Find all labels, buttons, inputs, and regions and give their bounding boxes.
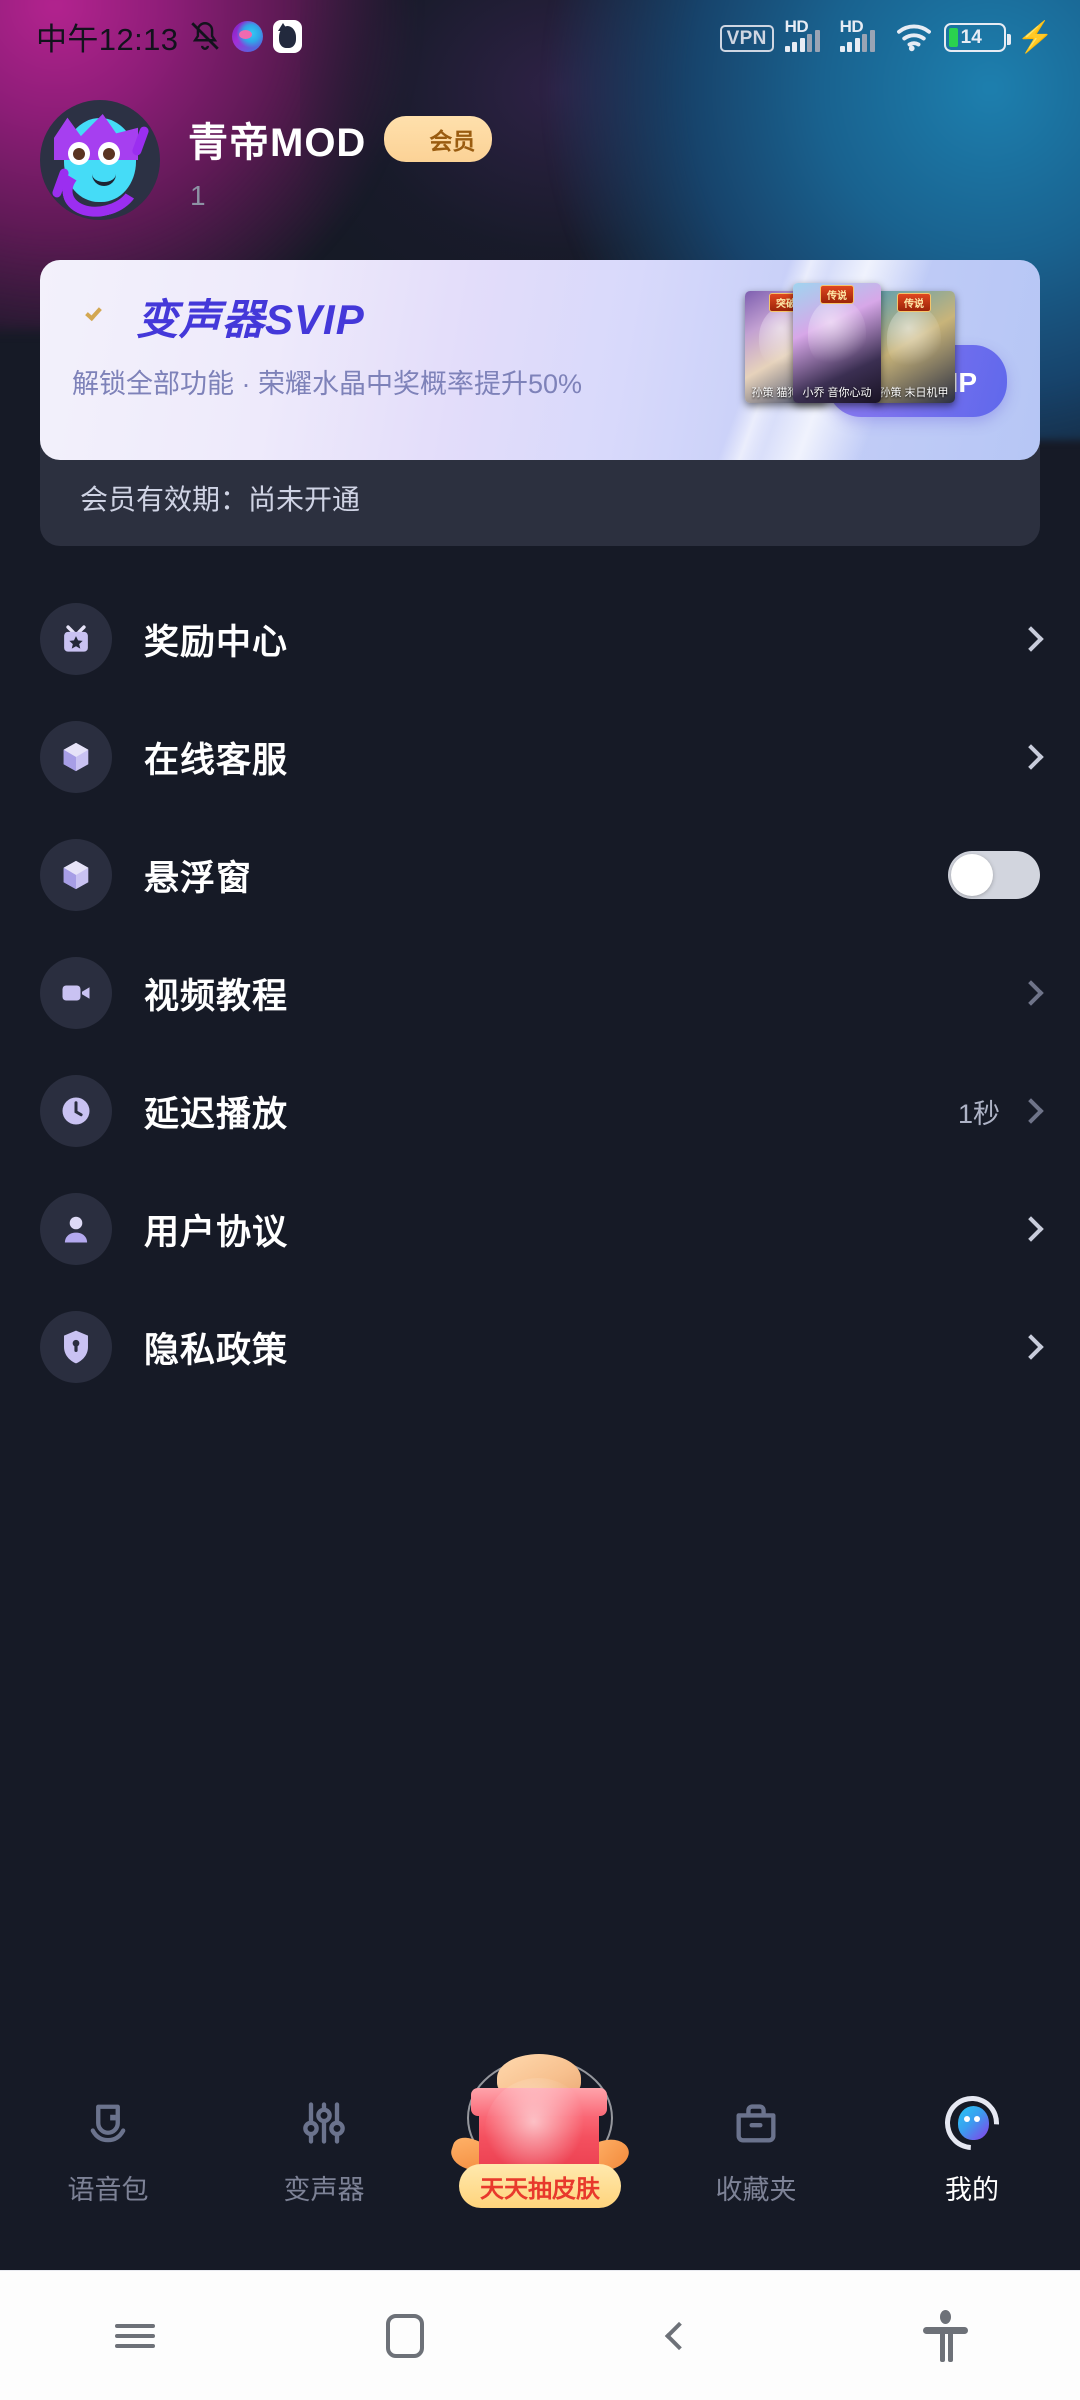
nav-recents-button[interactable]: [0, 2318, 270, 2354]
chevron-right-icon: [1018, 1098, 1044, 1124]
cube-box-icon: [40, 839, 112, 911]
recents-icon: [115, 2318, 155, 2354]
back-icon: [664, 2321, 694, 2350]
nav-back-button[interactable]: [540, 2321, 810, 2350]
clock-icon: [40, 1075, 112, 1147]
equalizer-icon: [298, 2094, 350, 2152]
list-item-delayed-playback[interactable]: 延迟播放 1秒: [40, 1052, 1044, 1170]
chevron-right-icon: [1018, 1334, 1044, 1360]
signal-1-bars: [784, 30, 820, 52]
folder-icon: [730, 2094, 782, 2152]
signal-2-bars: [839, 30, 875, 52]
list-item-right: [948, 851, 1040, 899]
profile-header[interactable]: 青帝MOD 会员 1: [0, 72, 1080, 220]
list-item-right: [1018, 1334, 1044, 1360]
status-bar-right: VPN HD HD 14 ⚡: [719, 17, 1054, 54]
list-item-privacy-policy[interactable]: 隐私政策: [40, 1288, 1044, 1406]
tab-voice-pack[interactable]: 语音包: [0, 2094, 216, 2207]
android-nav-bar: [0, 2270, 1080, 2400]
video-camera-icon: [40, 957, 112, 1029]
list-item-right: [1018, 980, 1044, 1006]
tab-favorites[interactable]: 收藏夹: [648, 2094, 864, 2207]
tab-label: 收藏夹: [715, 2175, 797, 2205]
list-item-label: 隐私政策: [144, 1330, 289, 1370]
list-item-label: 用户协议: [144, 1212, 289, 1252]
delayed-playback-value: 1秒: [957, 1098, 1000, 1129]
voice-pack-icon: [82, 2094, 134, 2152]
cat-app-icon: [273, 19, 303, 53]
home-icon: [386, 2313, 424, 2358]
skin-card[interactable]: 传说 小乔 音你心动: [793, 283, 881, 403]
tab-label: 我的: [945, 2175, 999, 2205]
list-item-label: 在线客服: [144, 740, 289, 780]
svip-description: 解锁全部功能 · 荣耀水晶中奖概率提升50%: [72, 369, 583, 399]
mute-bell-icon: [188, 19, 222, 53]
battery-percent: 14: [960, 27, 982, 48]
chevron-right-icon: [1018, 1216, 1044, 1242]
profile-orb-icon: [933, 2084, 1011, 2162]
list-item-label: 延迟播放: [144, 1094, 289, 1134]
chevron-right-icon: [1018, 980, 1044, 1006]
daily-skin-draw-ribbon: 天天抽皮肤: [459, 2164, 621, 2208]
voice-app-icon: [232, 20, 264, 52]
list-item-right: [1018, 1216, 1044, 1242]
tab-voice-changer[interactable]: 变声器: [216, 2094, 432, 2207]
vip-badge-label: 会员: [429, 128, 476, 154]
svip-title: 变声器SVIP: [136, 296, 365, 343]
battery-level-fill: [948, 28, 958, 47]
list-item-label: 悬浮窗: [144, 858, 253, 898]
list-item-right: [1018, 626, 1044, 652]
gem-check-icon: [396, 127, 421, 152]
accessibility-icon: [923, 2309, 968, 2362]
battery-indicator: 14: [943, 23, 1011, 52]
list-item-user-agreement[interactable]: 用户协议: [40, 1170, 1044, 1288]
list-item-online-support[interactable]: 在线客服: [40, 698, 1044, 816]
skin-card[interactable]: 传说 孙策 末日机甲: [873, 291, 955, 403]
skin-card-name: 小乔 音你心动: [802, 387, 872, 399]
profile-name-row: 青帝MOD 会员: [188, 110, 493, 168]
floating-window-toggle[interactable]: [948, 851, 1040, 899]
cube-box-icon: [40, 721, 112, 793]
app-screen: 中午12:13 VPN HD HD 14 ⚡ 青帝MOD 会员 1 突破 孙策 …: [0, 0, 1080, 2270]
skin-card-name: 孙策 末日机甲: [879, 387, 949, 399]
skin-card-tag: 传说: [820, 285, 854, 304]
list-item-right: 1秒: [957, 1092, 1044, 1131]
tab-label: 变声器: [283, 2175, 365, 2205]
signal-2-icon: HD: [839, 17, 884, 52]
charging-bolt-icon: ⚡: [1016, 21, 1054, 54]
profile-text: 青帝MOD 会员 1: [188, 100, 493, 212]
list-item-rewards-center[interactable]: 奖励中心: [40, 580, 1044, 698]
tab-mine[interactable]: 我的: [864, 2084, 1080, 2207]
skin-card-tag: 传说: [897, 293, 931, 312]
bottom-tab-bar: 语音包 变声器 天天抽皮肤 收藏夹 我的: [0, 2054, 1080, 2270]
gift-box-icon: [40, 603, 112, 675]
gift-draw-icon[interactable]: 天天抽皮肤: [445, 2048, 635, 2208]
list-item-label: 视频教程: [144, 976, 289, 1016]
shield-lock-icon: [40, 1311, 112, 1383]
skin-cards-strip[interactable]: 突破 孙策 猫狗日记 传说 孙策 末日机甲 传说 小乔 音你心动: [745, 283, 1025, 403]
avatar[interactable]: [40, 100, 160, 220]
signal-1-icon: HD: [784, 17, 829, 52]
status-bar: 中午12:13 VPN HD HD 14 ⚡: [0, 0, 1080, 72]
chevron-right-icon: [1018, 744, 1044, 770]
status-bar-left: 中午12:13: [36, 14, 303, 59]
diamond-outline-icon: [72, 294, 118, 340]
settings-list: 奖励中心 在线客服 悬浮窗 视频教程 延迟播放 1秒 用户协议 隐私政策: [0, 546, 1080, 1406]
list-item-floating-window[interactable]: 悬浮窗: [40, 816, 1040, 934]
status-badge[interactable]: 会员: [384, 116, 493, 162]
chevron-right-icon: [1018, 626, 1044, 652]
list-item-right: [1018, 744, 1044, 770]
wifi-icon: [895, 22, 933, 52]
list-item-video-tutorial[interactable]: 视频教程: [40, 934, 1044, 1052]
tab-label: 语音包: [67, 2175, 149, 2205]
vpn-indicator: VPN: [719, 25, 774, 52]
status-time: 中午12:13: [36, 21, 179, 57]
user-id: 1: [190, 180, 206, 211]
person-icon: [40, 1193, 112, 1265]
nav-accessibility-button[interactable]: [810, 2309, 1080, 2362]
nav-home-button[interactable]: [270, 2313, 540, 2358]
page-title: 青帝MOD: [188, 121, 367, 165]
list-item-label: 奖励中心: [144, 622, 289, 662]
